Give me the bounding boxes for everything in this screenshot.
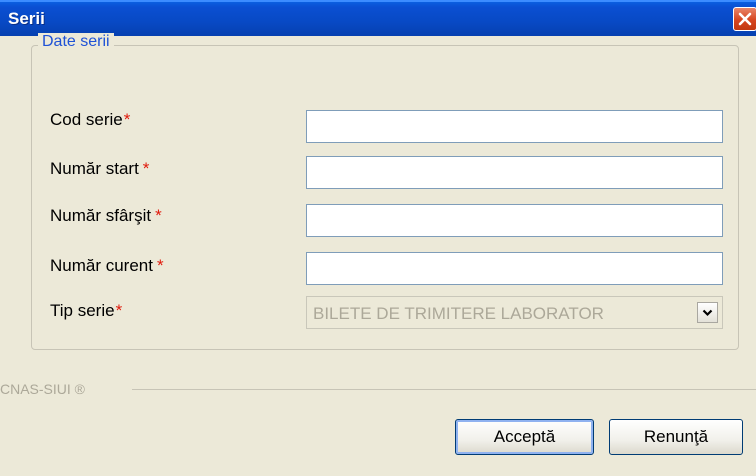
accept-button[interactable]: Acceptă bbox=[455, 419, 594, 455]
tip-serie-label: Tip serie* bbox=[50, 301, 122, 321]
tip-serie-label-text: Tip serie bbox=[50, 301, 115, 320]
numar-sfarsit-input[interactable] bbox=[306, 204, 723, 237]
numar-sfarsit-label: Număr sfârşit * bbox=[50, 206, 162, 226]
tip-serie-selected-value: BILETE DE TRIMITERE LABORATOR bbox=[313, 304, 604, 323]
numar-curent-label: Număr curent * bbox=[50, 256, 164, 276]
cancel-button[interactable]: Renunţă bbox=[609, 419, 743, 455]
dropdown-button[interactable] bbox=[697, 302, 718, 323]
numar-sfarsit-label-text: Număr sfârşit bbox=[50, 206, 152, 225]
required-marker: * bbox=[123, 110, 131, 129]
window-title: Serii bbox=[8, 9, 45, 28]
close-icon bbox=[738, 12, 752, 26]
required-marker: * bbox=[155, 206, 162, 225]
title-bar[interactable]: Serii bbox=[0, 0, 756, 36]
footer-divider bbox=[132, 389, 756, 390]
numar-start-input[interactable] bbox=[306, 156, 723, 189]
cod-serie-input[interactable] bbox=[306, 110, 723, 143]
numar-curent-input[interactable] bbox=[306, 252, 723, 285]
required-marker: * bbox=[156, 256, 164, 275]
close-button[interactable] bbox=[733, 7, 756, 31]
group-legend: Date serii bbox=[38, 33, 114, 51]
brand-footer: CNAS-SIUI ® bbox=[0, 381, 85, 397]
numar-curent-label-text: Număr curent bbox=[50, 256, 153, 275]
numar-start-label-text: Număr start bbox=[50, 159, 139, 178]
tip-serie-select[interactable]: BILETE DE TRIMITERE LABORATOR bbox=[306, 296, 723, 329]
cod-serie-label: Cod serie* bbox=[50, 110, 130, 130]
numar-start-label: Număr start * bbox=[50, 159, 149, 179]
serii-dialog: Serii Date serii Cod serie* Număr start *… bbox=[0, 0, 756, 476]
required-marker: * bbox=[142, 159, 150, 178]
cod-serie-label-text: Cod serie bbox=[50, 110, 123, 129]
chevron-down-icon bbox=[702, 309, 713, 316]
required-marker: * bbox=[115, 301, 123, 320]
